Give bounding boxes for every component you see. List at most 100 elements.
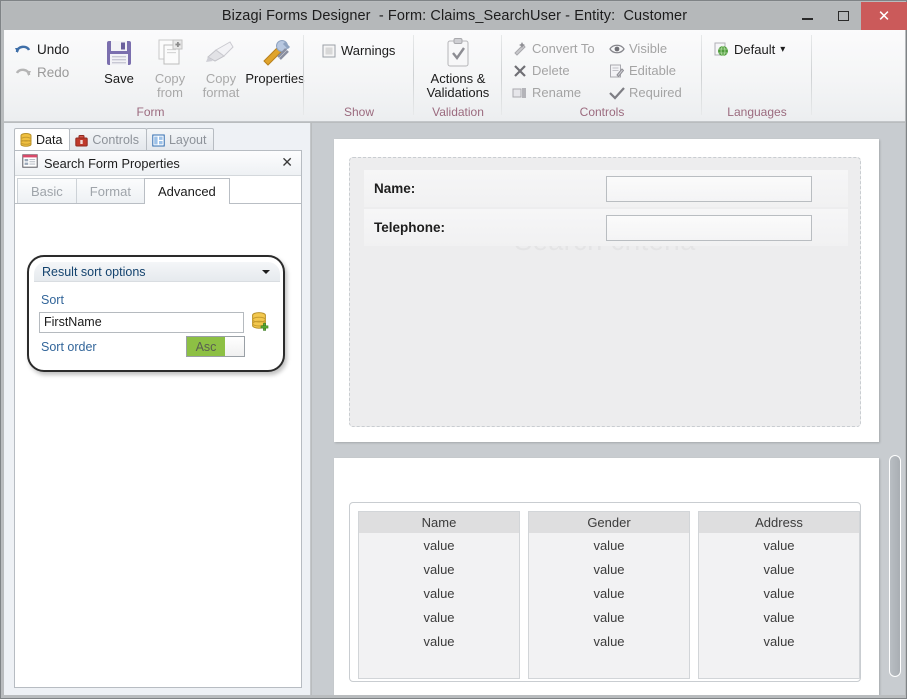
editable-label: Editable xyxy=(629,63,676,78)
sidebar-item-layout-label: Layout xyxy=(168,133,207,147)
grid-column-address[interactable]: Address value value value value value xyxy=(698,511,860,679)
search-criteria-card[interactable]: Search criteria Name: Telephone: xyxy=(334,139,879,442)
table-cell: value xyxy=(423,633,455,649)
result-sort-options-title: Result sort options xyxy=(42,264,146,279)
table-cell: value xyxy=(763,537,795,553)
table-cell: value xyxy=(593,633,625,649)
redo-arrow-icon xyxy=(14,66,32,80)
actions-validations-button[interactable]: Actions & Validations xyxy=(424,35,492,100)
ribbon-group-show-label: Show xyxy=(343,105,375,119)
close-button[interactable]: ✕ xyxy=(861,2,907,30)
chevron-down-icon[interactable] xyxy=(262,270,270,274)
window-controls: ✕ xyxy=(789,2,907,30)
properties-panel-title: Search Form Properties xyxy=(44,155,180,171)
table-cell: value xyxy=(423,537,455,553)
ribbon-group-controls-label: Controls xyxy=(579,105,625,119)
table-cell: value xyxy=(593,609,625,625)
ribbon-toolbar: Undo Redo Save Copy from Copy format Pro… xyxy=(4,30,905,122)
name-input[interactable] xyxy=(606,175,812,202)
form-row-name[interactable]: Name: xyxy=(364,170,848,207)
table-cell: value xyxy=(593,537,625,553)
properties-tab-strip: Basic Format Advanced xyxy=(15,176,301,204)
result-sort-options-header[interactable]: Result sort options xyxy=(34,262,280,282)
sidebar-item-data[interactable]: Data xyxy=(14,128,71,151)
chevron-down-icon[interactable]: ▾ xyxy=(780,44,785,55)
warnings-toggle[interactable]: Warnings xyxy=(319,40,395,61)
rename-label: Rename xyxy=(532,85,582,100)
save-label: Save xyxy=(104,71,134,86)
canvas-vertical-scrollbar[interactable] xyxy=(888,123,903,695)
ribbon-group-controls: Convert To Delete Rename Visible Editabl… xyxy=(502,30,702,122)
warnings-checkbox-icon xyxy=(319,44,338,58)
sidebar-item-controls-label: Controls xyxy=(92,133,139,147)
copy-from-icon xyxy=(154,35,186,69)
scrollbar-thumb[interactable] xyxy=(889,455,901,677)
convert-to-button[interactable]: Convert To xyxy=(510,38,595,59)
editable-button[interactable]: Editable xyxy=(607,60,682,81)
copy-format-label: Copy format xyxy=(202,71,240,100)
close-icon[interactable]: ✕ xyxy=(281,155,293,169)
actions-validations-label: Actions & Validations xyxy=(426,71,490,100)
form-row-telephone[interactable]: Telephone: xyxy=(364,209,848,246)
table-cell: value xyxy=(763,633,795,649)
x-mark-icon xyxy=(510,64,529,78)
sidebar-item-layout[interactable]: Layout xyxy=(145,128,215,151)
grid-column-gender[interactable]: Gender value value value value value xyxy=(528,511,690,679)
results-grid[interactable]: Name value value value value value Gende… xyxy=(349,502,861,682)
sort-field-label: Sort xyxy=(41,293,64,307)
grid-column-name[interactable]: Name value value value value value xyxy=(358,511,520,679)
results-grid-columns: Name value value value value value Gende… xyxy=(358,511,860,679)
required-button[interactable]: Required xyxy=(607,82,682,103)
delete-button[interactable]: Delete xyxy=(510,60,595,81)
maximize-button[interactable] xyxy=(825,2,861,30)
sort-order-toggle[interactable]: Asc xyxy=(186,336,245,357)
name-label: Name: xyxy=(374,181,416,196)
properties-label: Properties xyxy=(245,71,305,86)
undo-button[interactable]: Undo xyxy=(14,38,92,61)
pencil-page-icon xyxy=(607,64,626,78)
undo-arrow-icon xyxy=(14,43,32,57)
toolbox-icon xyxy=(75,134,89,147)
rename-button[interactable]: Rename xyxy=(510,82,595,103)
eye-icon xyxy=(607,43,626,55)
telephone-input[interactable] xyxy=(606,214,812,241)
copy-from-label: Copy from xyxy=(154,71,186,100)
telephone-label: Telephone: xyxy=(374,220,446,235)
toggle-knob[interactable] xyxy=(225,337,244,356)
sidebar-item-controls[interactable]: Controls xyxy=(69,128,147,151)
tab-format[interactable]: Format xyxy=(75,178,145,203)
properties-panel-header: Search Form Properties ✕ xyxy=(15,151,301,176)
column-header: Address xyxy=(699,512,859,533)
visible-label: Visible xyxy=(629,41,668,56)
left-panel: Data Controls Layout Search Form Propert… xyxy=(4,123,311,695)
tab-advanced[interactable]: Advanced xyxy=(143,178,230,204)
sort-field-input[interactable]: FirstName xyxy=(39,312,244,333)
database-add-icon[interactable] xyxy=(251,312,270,337)
check-mark-icon xyxy=(607,86,626,100)
save-button[interactable]: Save xyxy=(92,35,146,86)
search-criteria-region[interactable]: Search criteria Name: Telephone: xyxy=(349,157,861,427)
minimize-button[interactable] xyxy=(789,2,825,30)
result-sort-options-highlight: Result sort options Sort FirstName Sort … xyxy=(27,255,285,372)
ribbon-group-validation-label: Validation xyxy=(432,105,484,119)
tab-basic[interactable]: Basic xyxy=(17,178,77,203)
sort-order-value: Asc xyxy=(187,337,225,356)
database-icon xyxy=(20,133,32,147)
tools-icon xyxy=(258,35,292,69)
title-bar: Bizagi Forms Designer - Form: Claims_Sea… xyxy=(2,2,907,30)
ribbon-group-languages: Default ▾ Languages xyxy=(702,30,812,122)
copy-from-button[interactable]: Copy from xyxy=(143,35,197,100)
table-cell: value xyxy=(763,561,795,577)
properties-button[interactable]: Properties xyxy=(244,35,306,86)
search-results-card[interactable]: Name value value value value value Gende… xyxy=(334,458,879,695)
redo-label: Redo xyxy=(37,65,70,80)
maximize-icon xyxy=(837,11,849,21)
table-cell: value xyxy=(423,561,455,577)
language-selector[interactable]: Default ▾ xyxy=(712,39,785,60)
history-buttons: Undo Redo xyxy=(14,38,92,84)
copy-format-button[interactable]: Copy format xyxy=(194,35,248,100)
visible-button[interactable]: Visible xyxy=(607,38,682,59)
redo-button[interactable]: Redo xyxy=(14,61,92,84)
ribbon-group-languages-label: Languages xyxy=(727,105,787,119)
ribbon-group-form: Undo Redo Save Copy from Copy format Pro… xyxy=(4,30,306,122)
